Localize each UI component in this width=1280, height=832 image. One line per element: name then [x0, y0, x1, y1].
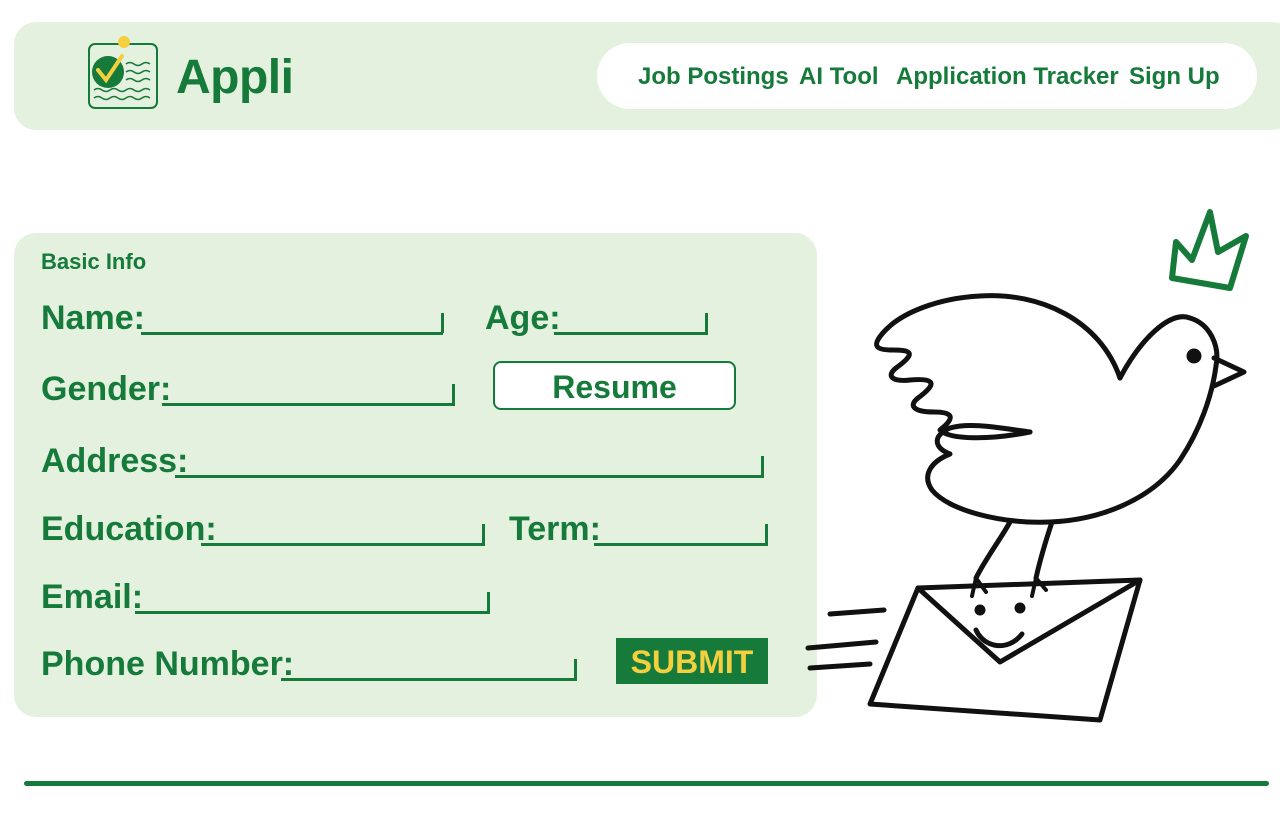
bird-with-envelope-illustration — [805, 209, 1249, 723]
phone-label: Phone Number: — [41, 645, 295, 683]
nav-job-postings[interactable]: Job Postings — [638, 63, 789, 91]
logo-checkmark-document-icon[interactable] — [86, 34, 162, 112]
education-field-end — [482, 524, 485, 544]
term-label: Term: — [509, 510, 601, 548]
crown-icon — [1169, 209, 1249, 291]
gender-label: Gender: — [41, 370, 172, 408]
nav-sign-up[interactable]: Sign Up — [1129, 63, 1220, 91]
age-field[interactable] — [554, 332, 708, 335]
submit-button[interactable]: SUBMIT — [616, 638, 768, 684]
term-field[interactable] — [594, 543, 768, 546]
education-field[interactable] — [201, 543, 485, 546]
basic-info-form: Basic Info Name: Age: Gender: Resume Add… — [14, 233, 817, 717]
education-label: Education: — [41, 510, 217, 548]
footer-divider — [24, 781, 1269, 786]
address-field[interactable] — [175, 475, 764, 478]
name-field-end — [441, 313, 444, 333]
name-label: Name: — [41, 299, 145, 337]
app-name[interactable]: Appli — [176, 50, 294, 105]
address-field-end — [761, 456, 764, 476]
section-title: Basic Info — [41, 249, 147, 274]
phone-field[interactable] — [281, 678, 577, 681]
nav-application-tracker[interactable]: Application Tracker — [896, 63, 1119, 91]
gender-field-end — [452, 384, 455, 404]
nav-ai-tool[interactable]: AI Tool — [799, 63, 879, 91]
header: Appli Job Postings AI Tool Application T… — [14, 22, 1280, 130]
email-field-end — [487, 592, 490, 612]
email-label: Email: — [41, 578, 144, 616]
address-label: Address: — [41, 442, 189, 480]
term-field-end — [765, 524, 768, 544]
resume-button[interactable]: Resume — [493, 361, 736, 410]
top-nav: Job Postings AI Tool Application Tracker… — [597, 43, 1257, 109]
phone-field-end — [574, 659, 577, 679]
email-field[interactable] — [135, 611, 490, 614]
age-label: Age: — [485, 299, 561, 337]
name-field[interactable] — [141, 332, 443, 335]
age-field-end — [705, 313, 708, 333]
gender-field[interactable] — [162, 403, 455, 406]
